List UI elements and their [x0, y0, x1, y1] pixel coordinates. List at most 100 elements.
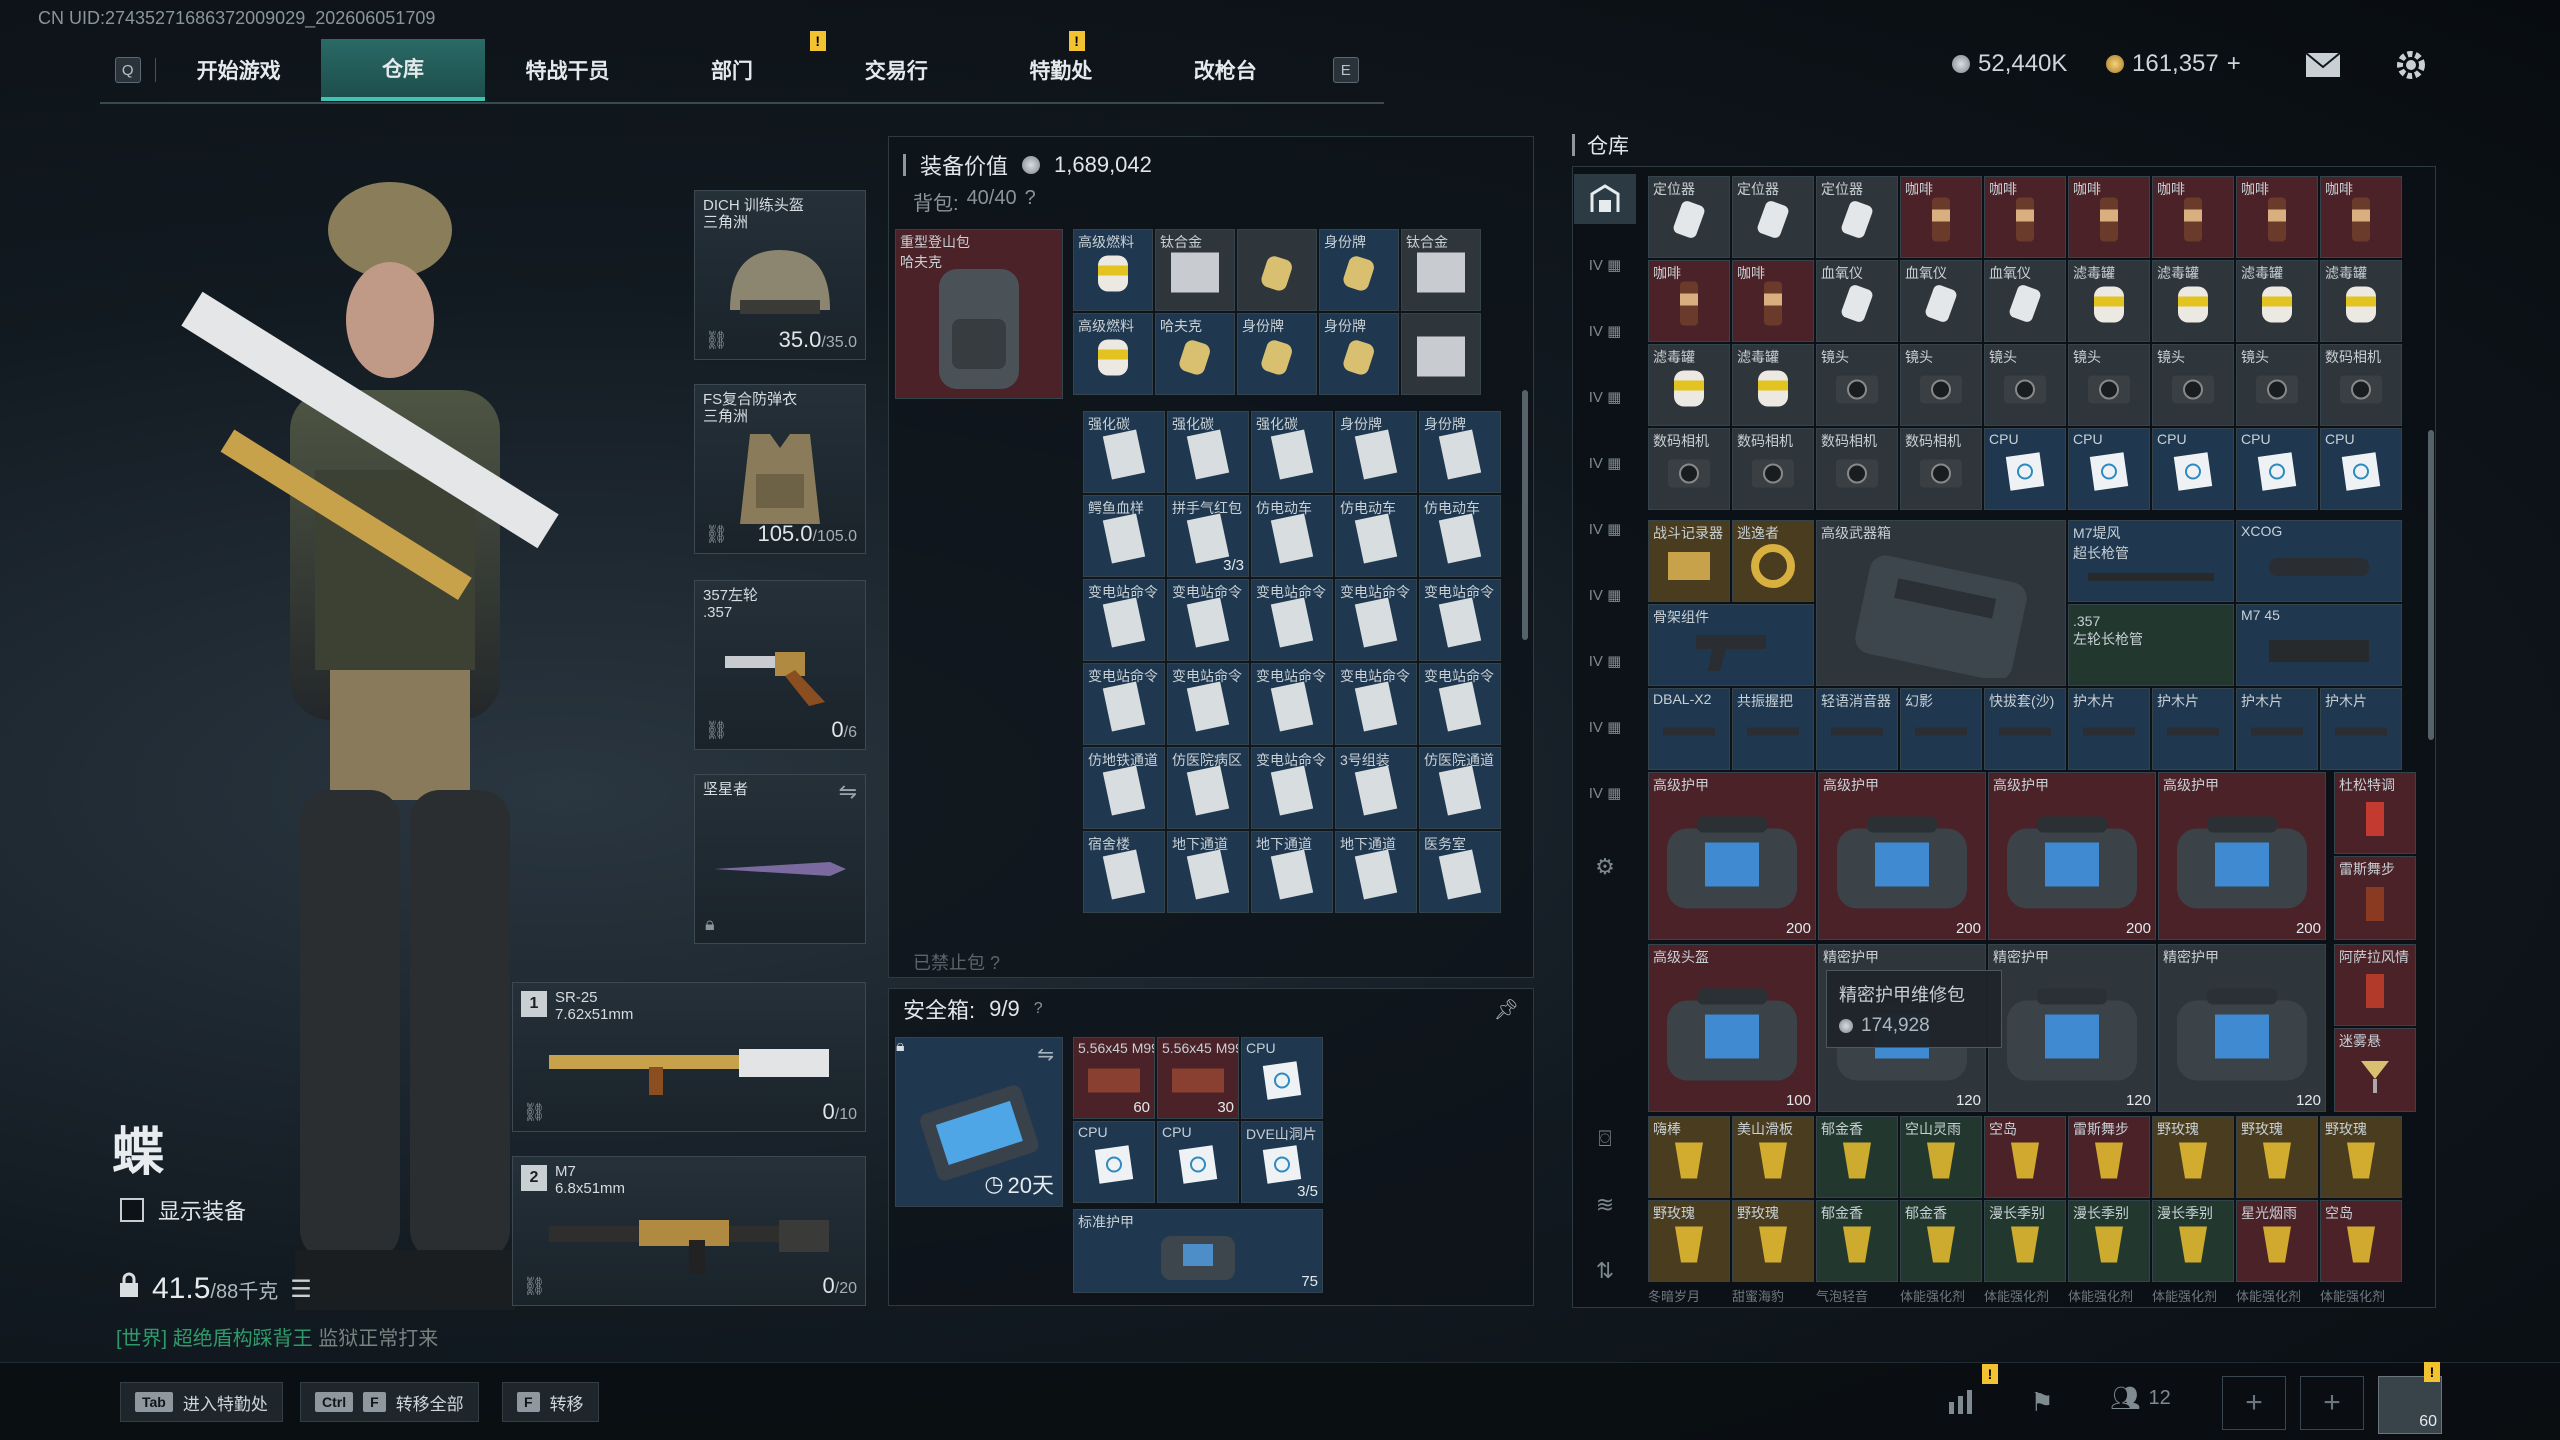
- inventory-item[interactable]: 变电站命令: [1335, 663, 1417, 745]
- inventory-item[interactable]: CPU: [2068, 428, 2150, 510]
- tab-warehouse[interactable]: 仓库: [320, 39, 486, 101]
- inventory-item[interactable]: 郁金香: [1816, 1200, 1898, 1282]
- inventory-item[interactable]: 强化碳: [1251, 411, 1333, 493]
- inventory-item[interactable]: 空山灵雨: [1900, 1116, 1982, 1198]
- warehouse-tab-7[interactable]: IV ▦: [1574, 438, 1636, 488]
- primary-weapon-slot-1[interactable]: 1 SR-25 7.62x51mm ⛓ 0/10: [512, 982, 866, 1132]
- inventory-item[interactable]: 滤毒罐: [1732, 344, 1814, 426]
- inventory-item[interactable]: 高级护甲 200: [1818, 772, 1986, 940]
- safebox-slot[interactable]: ⇋ 🔒︎ ◷ 20天: [895, 1037, 1063, 1207]
- inventory-item[interactable]: 数码相机: [1816, 428, 1898, 510]
- inventory-item[interactable]: 变电站命令: [1335, 579, 1417, 661]
- inventory-item[interactable]: 定位器: [1816, 176, 1898, 258]
- inventory-item[interactable]: 仿电动车: [1251, 495, 1333, 577]
- warehouse-item[interactable]: 骨架组件: [1648, 604, 1814, 686]
- swap-icon[interactable]: ⇋: [1037, 1042, 1054, 1067]
- inventory-item[interactable]: 定位器: [1648, 176, 1730, 258]
- inventory-item[interactable]: 鳄鱼血样: [1083, 495, 1165, 577]
- inventory-item[interactable]: 高级燃料: [1073, 313, 1153, 395]
- warehouse-tab-4[interactable]: IV ▦: [1574, 240, 1636, 290]
- inventory-item[interactable]: 拼手气红包 3/3: [1167, 495, 1249, 577]
- armor-slot[interactable]: FS复合防弹衣 三角洲 ⛓ 105.0/105.0: [694, 384, 866, 554]
- add-party-slot[interactable]: +: [2222, 1376, 2286, 1430]
- inventory-item[interactable]: 空岛: [2320, 1200, 2402, 1282]
- warehouse-item[interactable]: 逃逸者: [1732, 520, 1814, 602]
- inventory-item[interactable]: 仿医院通道: [1419, 747, 1501, 829]
- inventory-item[interactable]: 5.56x45 M99530: [1157, 1037, 1239, 1119]
- inventory-item[interactable]: 仿电动车: [1335, 495, 1417, 577]
- inventory-item[interactable]: 地下通道: [1335, 831, 1417, 913]
- inventory-item[interactable]: CPU: [2320, 428, 2402, 510]
- warehouse-tab-12[interactable]: IV ▦: [1574, 768, 1636, 818]
- inventory-item[interactable]: 地下通道: [1167, 831, 1249, 913]
- inventory-item[interactable]: 咖啡: [1900, 176, 1982, 258]
- inventory-item[interactable]: 血氧仪: [1984, 260, 2066, 342]
- world-chat[interactable]: [世界] 超绝盾构踩背王 监狱正常打来: [116, 1322, 438, 1351]
- inventory-item[interactable]: [1237, 229, 1317, 311]
- inventory-item[interactable]: 变电站命令: [1251, 579, 1333, 661]
- warehouse-tab-11[interactable]: IV ▦: [1574, 702, 1636, 752]
- inventory-item[interactable]: 强化碳: [1083, 411, 1165, 493]
- inventory-item[interactable]: 幻影: [1900, 688, 1982, 770]
- inventory-item[interactable]: 咖啡: [2068, 176, 2150, 258]
- inventory-item[interactable]: 高级头盔 100: [1648, 944, 1816, 1112]
- inventory-item[interactable]: 滤毒罐: [2068, 260, 2150, 342]
- checkbox[interactable]: [120, 1198, 144, 1222]
- inventory-item[interactable]: 咖啡: [1732, 260, 1814, 342]
- list-icon[interactable]: ☰: [290, 1275, 312, 1304]
- inventory-item[interactable]: [1401, 313, 1481, 395]
- inventory-item[interactable]: 星光烟雨: [2236, 1200, 2318, 1282]
- transfer-button[interactable]: F 转移: [502, 1382, 599, 1422]
- inventory-item[interactable]: 镜头: [2068, 344, 2150, 426]
- inventory-item[interactable]: 野玫瑰: [2320, 1116, 2402, 1198]
- tab-department[interactable]: ! 部门: [650, 31, 826, 101]
- inventory-item[interactable]: 地下通道: [1251, 831, 1333, 913]
- inventory-item[interactable]: 咖啡: [1648, 260, 1730, 342]
- warehouse-tab-6[interactable]: IV ▦: [1574, 372, 1636, 422]
- inventory-item[interactable]: 野玫瑰: [2236, 1116, 2318, 1198]
- primary-weapon-slot-2[interactable]: 2 M7 6.8x51mm ⛓ 0/20: [512, 1156, 866, 1306]
- inventory-item[interactable]: 镜头: [1816, 344, 1898, 426]
- melee-slot[interactable]: 坚星者 ⇋ 🔒︎: [694, 774, 866, 944]
- inventory-item[interactable]: DVE山洞片 3/5: [1241, 1121, 1323, 1203]
- warehouse-item[interactable]: 迷雾悬: [2334, 1028, 2416, 1112]
- inventory-item[interactable]: 变电站命令: [1083, 663, 1165, 745]
- inventory-item[interactable]: 医务室: [1419, 831, 1501, 913]
- inventory-item[interactable]: 轻语消音器: [1816, 688, 1898, 770]
- inventory-item[interactable]: 精密护甲 120: [2158, 944, 2326, 1112]
- inventory-item[interactable]: 身份牌: [1237, 313, 1317, 395]
- warehouse-item[interactable]: 战斗记录器: [1648, 520, 1730, 602]
- friends-indicator[interactable]: 👥︎ 12: [2110, 1384, 2171, 1413]
- show-equipment-toggle[interactable]: 显示装备: [120, 1194, 246, 1226]
- tab-operators[interactable]: 特战干员: [485, 39, 649, 101]
- warehouse-item[interactable]: M7 45: [2236, 604, 2402, 686]
- next-tab-key[interactable]: E: [1307, 57, 1383, 83]
- inventory-item[interactable]: 变电站命令: [1083, 579, 1165, 661]
- add-gold-button[interactable]: +: [2227, 50, 2241, 78]
- inventory-item[interactable]: 血氧仪: [1816, 260, 1898, 342]
- inventory-item[interactable]: 强化碳: [1167, 411, 1249, 493]
- warehouse-weapon-case[interactable]: 高级武器箱: [1816, 520, 2066, 686]
- camera-icon[interactable]: ⌼: [1574, 1114, 1636, 1164]
- tab-gunsmith[interactable]: 改枪台: [1143, 39, 1307, 101]
- warehouse-item[interactable]: 雷斯舞步: [2334, 856, 2416, 940]
- inventory-item[interactable]: 野玫瑰: [2152, 1116, 2234, 1198]
- inventory-item[interactable]: 定位器: [1732, 176, 1814, 258]
- inventory-item[interactable]: 滤毒罐: [2236, 260, 2318, 342]
- inventory-item[interactable]: 高级护甲 200: [1648, 772, 1816, 940]
- inventory-item[interactable]: 身份牌: [1419, 411, 1501, 493]
- backpack-scrollbar[interactable]: [1522, 390, 1528, 640]
- stats-icon[interactable]: [1940, 1380, 1984, 1424]
- inventory-item[interactable]: 咖啡: [1984, 176, 2066, 258]
- inventory-item[interactable]: 数码相机: [1900, 428, 1982, 510]
- warehouse-tab-8[interactable]: IV ▦: [1574, 504, 1636, 554]
- inventory-item[interactable]: 变电站命令: [1167, 579, 1249, 661]
- inventory-item[interactable]: 漫长季别: [2152, 1200, 2234, 1282]
- safebox-armor-item[interactable]: 标准护甲 75: [1073, 1209, 1323, 1293]
- backpack-slot[interactable]: 重型登山包 哈夫克: [895, 229, 1063, 399]
- warehouse-tab-10[interactable]: IV ▦: [1574, 636, 1636, 686]
- inventory-item[interactable]: 滤毒罐: [1648, 344, 1730, 426]
- pistol-slot[interactable]: 357左轮 .357 ⛓ 0/6: [694, 580, 866, 750]
- inventory-item[interactable]: 钛合金: [1155, 229, 1235, 311]
- enter-special-ops-button[interactable]: Tab 进入特勤处: [120, 1382, 283, 1422]
